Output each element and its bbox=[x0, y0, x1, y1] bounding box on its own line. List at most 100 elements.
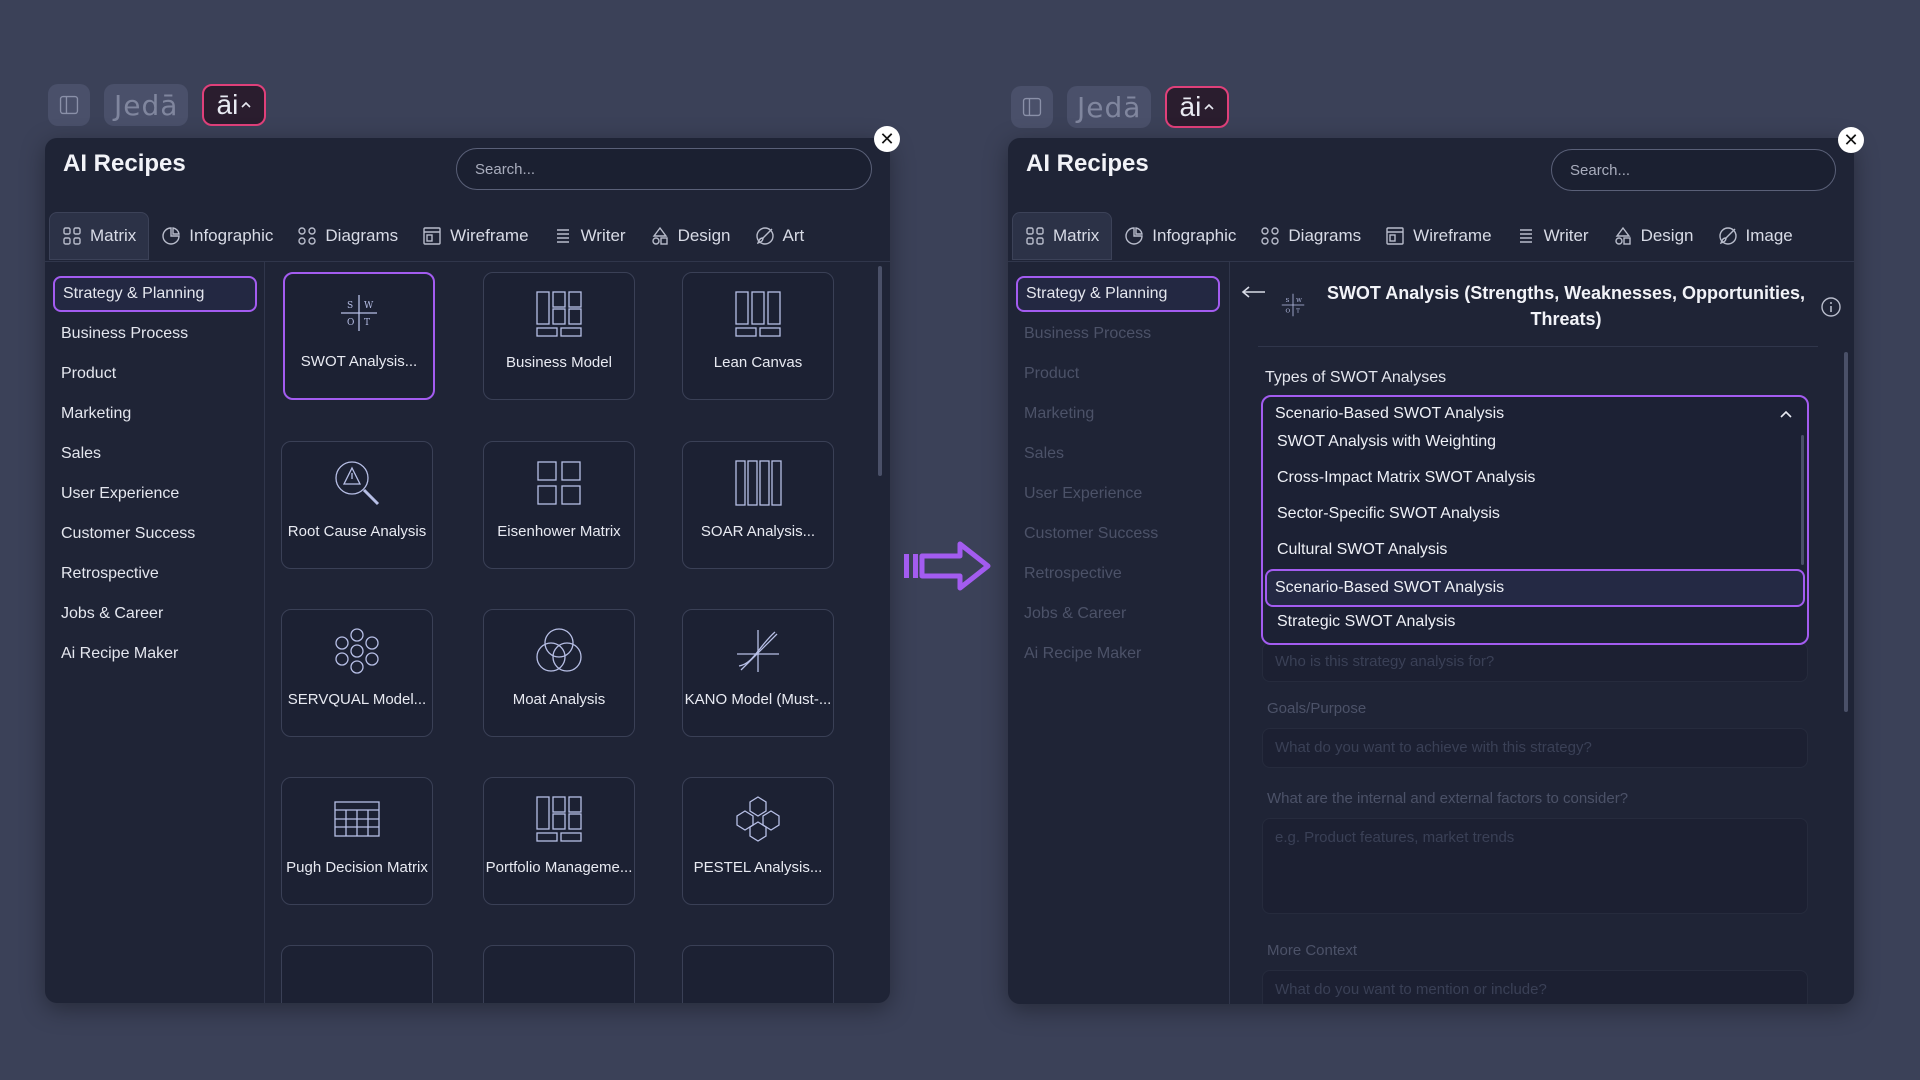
recipe-card-soar[interactable]: SOAR Analysis... bbox=[682, 441, 834, 569]
tab-diagrams[interactable]: Diagrams bbox=[285, 212, 410, 260]
sidebar-item-jobs-career[interactable]: Jobs & Career bbox=[53, 596, 257, 632]
sidebar-item-customer-success[interactable]: Customer Success bbox=[1016, 516, 1220, 552]
sidebar-item-retrospective[interactable]: Retrospective bbox=[1016, 556, 1220, 592]
sidebar-toggle-icon[interactable] bbox=[48, 84, 90, 126]
recipe-card-servqual[interactable]: SERVQUAL Model... bbox=[281, 609, 433, 737]
sidebar-item-retrospective[interactable]: Retrospective bbox=[53, 556, 257, 592]
recipe-card-pugh[interactable]: Pugh Decision Matrix bbox=[281, 777, 433, 905]
tab-wireframe[interactable]: Wireframe bbox=[1373, 212, 1503, 260]
dropdown-option[interactable]: Cross-Impact Matrix SWOT Analysis bbox=[1269, 461, 1801, 495]
sidebar-item-marketing[interactable]: Marketing bbox=[53, 396, 257, 432]
recipe-card-portfolio[interactable]: Portfolio Manageme... bbox=[483, 777, 635, 905]
recipe-card-kano[interactable]: KANO Model (Must-... bbox=[682, 609, 834, 737]
close-icon[interactable]: ✕ bbox=[1838, 127, 1864, 153]
brush-icon bbox=[1718, 226, 1737, 245]
wireframe-icon bbox=[1386, 226, 1404, 245]
swot-type-dropdown[interactable]: Scenario-Based SWOT Analysis SWOT Analys… bbox=[1261, 395, 1809, 645]
sidebar-item-customer-success[interactable]: Customer Success bbox=[53, 516, 257, 552]
tab-matrix[interactable]: Matrix bbox=[1012, 211, 1113, 260]
sidebar-item-business-process[interactable]: Business Process bbox=[1016, 316, 1220, 352]
close-icon[interactable]: ✕ bbox=[874, 126, 900, 152]
context-field[interactable]: What do you want to mention or include? bbox=[1262, 970, 1808, 1004]
search-input[interactable] bbox=[1551, 149, 1836, 191]
dropdown-scrollbar[interactable] bbox=[1801, 435, 1804, 565]
svg-text:S: S bbox=[1286, 298, 1290, 304]
back-arrow-icon[interactable] bbox=[1241, 285, 1267, 299]
recipe-card-partial[interactable] bbox=[281, 945, 433, 1003]
sidebar-item-user-experience[interactable]: User Experience bbox=[53, 476, 257, 512]
goals-field[interactable]: What do you want to achieve with this st… bbox=[1262, 728, 1808, 768]
panel-title: AI Recipes bbox=[1026, 150, 1149, 177]
shapes-icon bbox=[1614, 226, 1631, 245]
tab-design[interactable]: Design bbox=[1601, 212, 1706, 260]
tab-label: Matrix bbox=[90, 225, 137, 245]
sidebar-toggle-icon[interactable] bbox=[1011, 86, 1053, 128]
goals-label: Goals/Purpose bbox=[1267, 700, 1367, 717]
factors-field[interactable]: e.g. Product features, market trends bbox=[1262, 818, 1808, 914]
sidebar-item-strategy-planning[interactable]: Strategy & Planning bbox=[1016, 276, 1220, 312]
tab-wireframe[interactable]: Wireframe bbox=[410, 212, 540, 260]
card-label: KANO Model (Must-... bbox=[684, 691, 832, 708]
sidebar-item-sales[interactable]: Sales bbox=[53, 436, 257, 472]
sidebar-item-sales[interactable]: Sales bbox=[1016, 436, 1220, 472]
recipe-card-partial[interactable] bbox=[483, 945, 635, 1003]
recipe-card-lean-canvas[interactable]: Lean Canvas bbox=[682, 272, 834, 400]
dropdown-option[interactable]: Cultural SWOT Analysis bbox=[1269, 533, 1801, 567]
card-label: Moat Analysis bbox=[512, 691, 606, 708]
category-tabs: Matrix Infographic Diagrams Wireframe Wr… bbox=[45, 210, 890, 262]
card-label: Pugh Decision Matrix bbox=[286, 859, 428, 876]
category-sidebar: Strategy & Planning Business Process Pro… bbox=[1008, 262, 1230, 1004]
sidebar-item-jobs-career[interactable]: Jobs & Career bbox=[1016, 596, 1220, 632]
recipe-card-swot[interactable]: S WOT SWOT Analysis... bbox=[283, 272, 435, 400]
swot-icon: S WOT bbox=[331, 285, 387, 341]
scrollbar[interactable] bbox=[1844, 352, 1848, 712]
recipe-card-moat[interactable]: Moat Analysis bbox=[483, 609, 635, 737]
recipe-card-root-cause[interactable]: Root Cause Analysis bbox=[281, 441, 433, 569]
tab-matrix[interactable]: Matrix bbox=[49, 211, 150, 260]
tab-design[interactable]: Design bbox=[638, 212, 743, 260]
search-input[interactable] bbox=[456, 148, 872, 190]
tab-writer[interactable]: Writer bbox=[541, 212, 638, 260]
chevron-up-icon bbox=[1204, 103, 1214, 110]
wireframe-icon bbox=[423, 226, 441, 245]
audience-field[interactable]: Who is this strategy analysis for? bbox=[1262, 642, 1808, 682]
tab-label: Diagrams bbox=[325, 225, 399, 245]
tab-image[interactable]: Image bbox=[1706, 212, 1805, 260]
sidebar-item-strategy-planning[interactable]: Strategy & Planning bbox=[53, 276, 257, 312]
info-icon[interactable] bbox=[1820, 296, 1842, 318]
tab-writer[interactable]: Writer bbox=[1504, 212, 1601, 260]
sidebar-item-ai-recipe-maker[interactable]: Ai Recipe Maker bbox=[53, 636, 257, 672]
card-label: SERVQUAL Model... bbox=[287, 691, 427, 708]
chevron-up-icon bbox=[241, 101, 251, 108]
dropdown-option[interactable]: Sector-Specific SWOT Analysis bbox=[1269, 497, 1801, 531]
sidebar-item-user-experience[interactable]: User Experience bbox=[1016, 476, 1220, 512]
dropdown-option[interactable]: SWOT Analysis with Weighting bbox=[1269, 425, 1801, 459]
brand-logo: Jedā bbox=[1067, 86, 1152, 128]
recipe-card-eisenhower[interactable]: Eisenhower Matrix bbox=[483, 441, 635, 569]
dropdown-option[interactable]: Strategic SWOT Analysis bbox=[1269, 605, 1801, 639]
types-label: Types of SWOT Analyses bbox=[1265, 369, 1447, 386]
tab-diagrams[interactable]: Diagrams bbox=[1248, 212, 1373, 260]
ai-menu-button[interactable]: āi bbox=[202, 84, 267, 126]
scrollbar[interactable] bbox=[878, 266, 882, 476]
dropdown-option-selected[interactable]: Scenario-Based SWOT Analysis bbox=[1265, 569, 1805, 607]
recipe-card-pestel[interactable]: PESTEL Analysis... bbox=[682, 777, 834, 905]
diagram-icon bbox=[298, 226, 317, 245]
ai-menu-button[interactable]: āi bbox=[1165, 86, 1230, 128]
sidebar-item-business-process[interactable]: Business Process bbox=[53, 316, 257, 352]
magnifier-alert-icon bbox=[329, 455, 385, 511]
tab-label: Writer bbox=[580, 225, 626, 245]
sidebar-item-product[interactable]: Product bbox=[53, 356, 257, 392]
svg-text:T: T bbox=[1296, 309, 1300, 315]
recipe-card-business-model[interactable]: Business Model bbox=[483, 272, 635, 400]
tab-infographic[interactable]: Infographic bbox=[149, 212, 285, 260]
recipe-card-partial[interactable] bbox=[682, 945, 834, 1003]
sidebar-item-product[interactable]: Product bbox=[1016, 356, 1220, 392]
tab-infographic[interactable]: Infographic bbox=[1112, 212, 1248, 260]
tab-art[interactable]: Art bbox=[743, 212, 817, 260]
sidebar-item-marketing[interactable]: Marketing bbox=[1016, 396, 1220, 432]
card-label: Root Cause Analysis bbox=[287, 523, 427, 540]
tab-label: Infographic bbox=[189, 225, 274, 245]
tab-label: Design bbox=[1640, 225, 1694, 245]
sidebar-item-ai-recipe-maker[interactable]: Ai Recipe Maker bbox=[1016, 636, 1220, 672]
